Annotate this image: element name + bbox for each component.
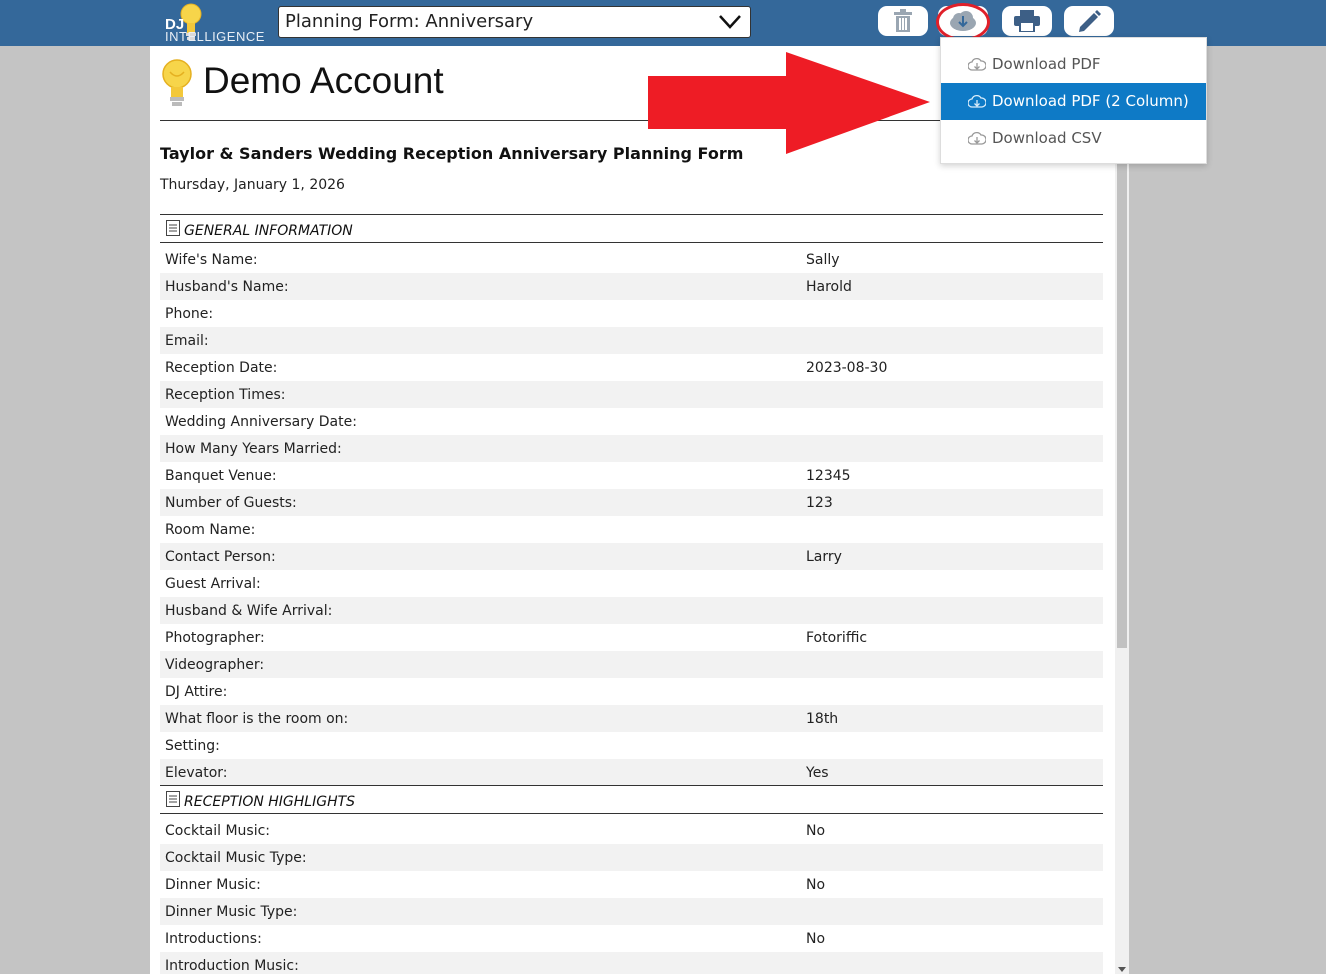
scroll-down-arrow-icon[interactable] — [1118, 967, 1126, 972]
chevron-down-icon — [719, 15, 741, 29]
cloud-download-icon — [968, 58, 986, 71]
row-value: No — [806, 931, 826, 947]
row-value: Sally — [806, 252, 840, 268]
row-label: Wedding Anniversary Date: — [165, 414, 357, 430]
document-icon — [166, 220, 180, 236]
row-label: Videographer: — [165, 657, 265, 673]
table-row: DJ Attire: — [160, 678, 1103, 705]
row-label: Dinner Music: — [165, 877, 261, 893]
table-row: Introductions: No — [160, 925, 1103, 952]
print-button[interactable] — [1002, 6, 1052, 36]
table-row: Husband & Wife Arrival: — [160, 597, 1103, 624]
table-row: Contact Person: Larry — [160, 543, 1103, 570]
row-value: 12345 — [806, 468, 851, 484]
cloud-download-icon — [968, 132, 986, 145]
row-value: No — [806, 823, 826, 839]
row-label: Cocktail Music: — [165, 823, 270, 839]
delete-button[interactable] — [878, 6, 928, 36]
row-label: Husband & Wife Arrival: — [165, 603, 333, 619]
menu-item-download-pdf[interactable]: Download PDF — [941, 46, 1206, 83]
table-row: Elevator: Yes — [160, 759, 1103, 786]
section-label: RECEPTION HIGHLIGHTS — [184, 794, 356, 810]
section-header-reception-highlights: RECEPTION HIGHLIGHTS — [160, 785, 1103, 814]
table-row: Room Name: — [160, 516, 1103, 543]
row-label: Phone: — [165, 306, 214, 322]
annotation-arrow — [648, 52, 930, 154]
table-row: Wedding Anniversary Date: — [160, 408, 1103, 435]
table-row: Reception Date: 2023-08-30 — [160, 354, 1103, 381]
row-label: Reception Date: — [165, 360, 278, 376]
table-row: What floor is the room on: 18th — [160, 705, 1103, 732]
menu-item-label: Download CSV — [992, 129, 1102, 147]
row-label: How Many Years Married: — [165, 441, 342, 457]
table-row: Photographer: Fotoriffic — [160, 624, 1103, 651]
event-date: Thursday, January 1, 2026 — [160, 177, 345, 193]
table-row: Setting: — [160, 732, 1103, 759]
table-row: Husband's Name: Harold — [160, 273, 1103, 300]
row-value: Larry — [806, 549, 842, 565]
table-row: Cocktail Music Type: — [160, 844, 1103, 871]
section-header-general-information: GENERAL INFORMATION — [160, 214, 1103, 243]
row-label: Reception Times: — [165, 387, 286, 403]
table-row: Number of Guests: 123 — [160, 489, 1103, 516]
row-value: 2023-08-30 — [806, 360, 888, 376]
row-label: Email: — [165, 333, 209, 349]
row-label: What floor is the room on: — [165, 711, 349, 727]
table-row: Cocktail Music: No — [160, 817, 1103, 844]
row-value: Harold — [806, 279, 852, 295]
row-label: Photographer: — [165, 630, 265, 646]
edit-button[interactable] — [1064, 6, 1114, 36]
table-row: Videographer: — [160, 651, 1103, 678]
row-value: No — [806, 877, 826, 893]
row-label: Setting: — [165, 738, 220, 754]
row-label: DJ Attire: — [165, 684, 228, 700]
account-title: Demo Account — [203, 60, 444, 101]
row-label: Contact Person: — [165, 549, 276, 565]
lightbulb-icon — [162, 59, 192, 106]
table-row: Wife's Name: Sally — [160, 246, 1103, 273]
row-label: Room Name: — [165, 522, 256, 538]
table-row: Introduction Music: — [160, 952, 1103, 974]
section-label: GENERAL INFORMATION — [184, 223, 353, 239]
annotation-highlight-circle — [936, 3, 990, 41]
row-label: Introduction Music: — [165, 958, 299, 974]
logo-intelligence-text: INTELLIGENCE — [165, 29, 265, 44]
menu-item-label: Download PDF (2 Column) — [992, 92, 1189, 110]
row-label: Elevator: — [165, 765, 228, 781]
table-row: Reception Times: — [160, 381, 1103, 408]
dj-intelligence-logo[interactable]: DJ INTELLIGENCE — [163, 2, 273, 44]
table-row: Dinner Music Type: — [160, 898, 1103, 925]
table-row: Dinner Music: No — [160, 871, 1103, 898]
table-row: Guest Arrival: — [160, 570, 1103, 597]
page-scrollbar[interactable] — [1115, 46, 1129, 974]
menu-item-download-pdf-2-column[interactable]: Download PDF (2 Column) — [941, 83, 1206, 120]
row-label: Guest Arrival: — [165, 576, 261, 592]
row-value: Yes — [806, 765, 829, 781]
row-label: Wife's Name: — [165, 252, 258, 268]
pencil-icon — [1079, 10, 1101, 32]
menu-item-label: Download PDF — [992, 55, 1101, 73]
row-label: Cocktail Music Type: — [165, 850, 307, 866]
download-menu: Download PDF Download PDF (2 Column) Dow… — [940, 37, 1207, 164]
table-row: How Many Years Married: — [160, 435, 1103, 462]
cloud-download-icon — [968, 95, 986, 108]
document-icon — [166, 791, 180, 807]
row-value: 18th — [806, 711, 839, 727]
form-page: Demo Account Taylor & Sanders Wedding Re… — [150, 46, 1115, 974]
row-label: Introductions: — [165, 931, 262, 947]
table-row: Banquet Venue: 12345 — [160, 462, 1103, 489]
table-row: Email: — [160, 327, 1103, 354]
planning-form-select-value: Planning Form: Anniversary — [285, 11, 534, 32]
trash-icon — [894, 9, 912, 32]
planning-form-select[interactable]: Planning Form: Anniversary — [278, 6, 751, 38]
row-value: Fotoriffic — [806, 630, 868, 646]
menu-item-download-csv[interactable]: Download CSV — [941, 120, 1206, 157]
row-value: 123 — [806, 495, 833, 511]
table-row: Phone: — [160, 300, 1103, 327]
print-icon — [1014, 10, 1040, 32]
row-label: Number of Guests: — [165, 495, 297, 511]
row-label: Dinner Music Type: — [165, 904, 298, 920]
row-label: Husband's Name: — [165, 279, 289, 295]
row-label: Banquet Venue: — [165, 468, 277, 484]
